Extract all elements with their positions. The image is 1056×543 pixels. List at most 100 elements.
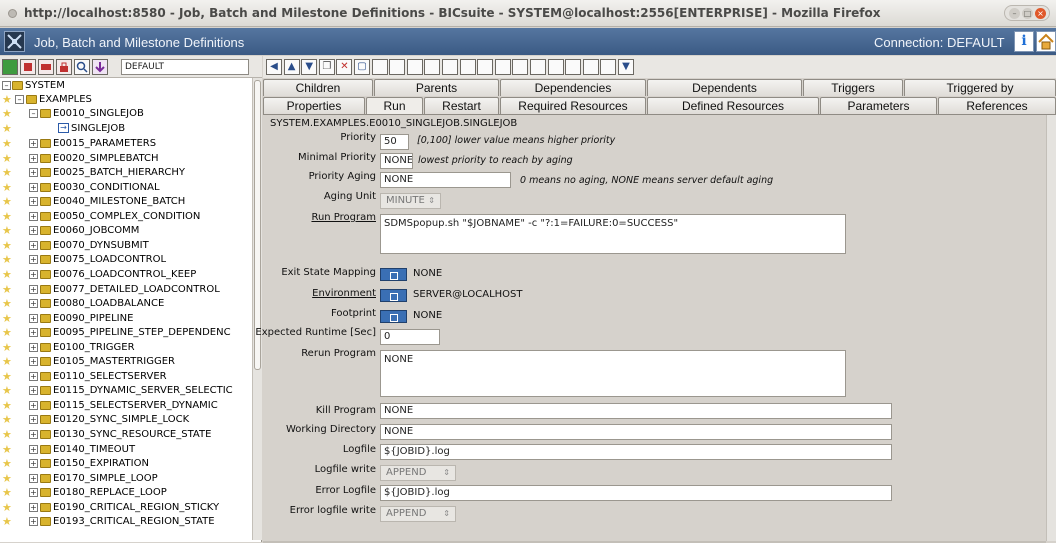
lock-icon[interactable] xyxy=(56,59,72,75)
expand-icon[interactable]: + xyxy=(29,168,38,178)
expand-icon[interactable]: + xyxy=(29,153,38,163)
tree-node[interactable]: ★ + E0095_PIPELINE_STEP_DEPENDENC xyxy=(0,325,252,340)
tab-row1-0[interactable]: Children xyxy=(263,79,373,96)
tab-row1-2[interactable]: Dependencies xyxy=(500,79,646,96)
tree-node[interactable]: ★ + E0050_COMPLEX_CONDITION xyxy=(0,209,252,224)
tree-node[interactable]: ★ + E0170_SIMPLE_LOOP xyxy=(0,471,252,486)
collapse-icon[interactable]: – xyxy=(2,81,11,90)
maximize-icon[interactable]: □ xyxy=(1022,8,1033,19)
filter-input[interactable]: DEFAULT xyxy=(121,59,249,75)
expand-icon[interactable]: + xyxy=(29,328,38,338)
search-icon[interactable] xyxy=(74,59,90,75)
tab-row2-3[interactable]: Required Resources xyxy=(500,97,646,114)
expand-icon[interactable] xyxy=(38,59,54,75)
tree-node[interactable]: ★ + E0077_DETAILED_LOADCONTROL xyxy=(0,282,252,297)
expand-icon[interactable]: + xyxy=(29,357,38,367)
minimize-icon[interactable]: – xyxy=(1009,8,1020,19)
tree-node[interactable]: ★ + E0115_SELECTSERVER_DYNAMIC xyxy=(0,398,252,413)
refresh-icon[interactable] xyxy=(2,59,18,75)
tree-node[interactable]: ★ + E0180_REPLACE_LOOP xyxy=(0,485,252,500)
expand-icon[interactable]: + xyxy=(29,211,38,221)
paste-icon[interactable] xyxy=(477,59,494,75)
down-icon[interactable]: ▼ xyxy=(301,59,318,75)
tree-node[interactable]: ★ + E0076_LOADCONTROL_KEEP xyxy=(0,267,252,282)
footprint-chooser-button[interactable] xyxy=(380,310,407,323)
back-icon[interactable]: ◀ xyxy=(266,59,282,75)
paste-icon[interactable] xyxy=(459,59,476,75)
expected-runtime-input[interactable]: 0 xyxy=(380,329,440,345)
working-directory-input[interactable]: NONE xyxy=(380,424,892,440)
tree-node[interactable]: ★ + E0120_SYNC_SIMPLE_LOCK xyxy=(0,412,252,427)
minimal-priority-input[interactable]: NONE xyxy=(380,153,413,169)
tree-node-system[interactable]: – SYSTEM xyxy=(0,78,252,93)
expand-icon[interactable]: + xyxy=(29,269,38,279)
error-logfile-write-select[interactable]: APPEND ⇕ xyxy=(380,506,456,522)
tree-node[interactable]: ★ + E0060_JOBCOMM xyxy=(0,223,252,238)
expand-icon[interactable]: + xyxy=(29,473,38,483)
tree-node-singlejob[interactable]: ★ → SINGLEJOB xyxy=(0,121,252,136)
tree-node[interactable]: ★ + E0140_TIMEOUT xyxy=(0,442,252,457)
up-icon[interactable]: ▲ xyxy=(283,59,300,75)
edit-icon[interactable] xyxy=(565,59,582,75)
flag-icon[interactable] xyxy=(547,59,564,75)
tab-row2-1[interactable]: Run xyxy=(366,97,423,114)
tree-node[interactable]: ★ + E0090_PIPELINE xyxy=(0,311,252,326)
expand-icon[interactable]: + xyxy=(29,386,38,396)
submit-icon[interactable] xyxy=(582,59,599,75)
expand-icon[interactable]: + xyxy=(29,313,38,323)
tree-node[interactable]: ★ + E0110_SELECTSERVER xyxy=(0,369,252,384)
tree-node[interactable]: ★ + E0030_CONDITIONAL xyxy=(0,180,252,195)
tree-node[interactable]: ★ + E0075_LOADCONTROL xyxy=(0,252,252,267)
expand-icon[interactable]: + xyxy=(29,284,38,294)
priority-aging-input[interactable]: NONE xyxy=(380,172,511,188)
tab-row2-6[interactable]: References xyxy=(938,97,1056,114)
tree-node[interactable]: ★ + E0115_DYNAMIC_SERVER_SELECTIC xyxy=(0,383,252,398)
new-item-icon[interactable] xyxy=(20,59,36,75)
save-icon[interactable]: ▼ xyxy=(618,59,634,75)
new-document-icon[interactable]: ▢ xyxy=(354,59,370,75)
exit-state-chooser-button[interactable] xyxy=(380,268,407,281)
tree-node-examples[interactable]: ★ – EXAMPLES xyxy=(0,92,252,107)
expand-icon[interactable]: + xyxy=(29,371,38,381)
expand-icon[interactable]: + xyxy=(29,342,38,352)
expand-icon[interactable]: + xyxy=(29,502,38,512)
expand-icon[interactable]: + xyxy=(29,182,38,192)
run-icon[interactable] xyxy=(530,59,546,75)
expand-icon[interactable]: + xyxy=(29,415,38,425)
tree-node-e0010[interactable]: ★ – E0010_SINGLEJOB xyxy=(0,106,252,121)
expand-icon[interactable]: + xyxy=(29,459,38,469)
logfile-write-select[interactable]: APPEND ⇕ xyxy=(380,465,456,481)
expand-icon[interactable]: + xyxy=(29,226,38,236)
home-icon[interactable] xyxy=(1036,31,1056,52)
tree-node[interactable]: ★ + E0025_BATCH_HIERARCHY xyxy=(0,165,252,180)
expand-icon[interactable]: + xyxy=(29,430,38,439)
tree-node[interactable]: ★ + E0015_PARAMETERS xyxy=(0,136,252,151)
download-icon[interactable] xyxy=(92,59,108,75)
aging-unit-select[interactable]: MINUTE ⇕ xyxy=(380,193,441,209)
tab-row2-5[interactable]: Parameters xyxy=(820,97,937,114)
export-icon[interactable] xyxy=(512,59,529,75)
tab-row1-3[interactable]: Dependents xyxy=(647,79,802,96)
tab-row1-4[interactable]: Triggers xyxy=(803,79,903,96)
delete-icon[interactable]: ✕ xyxy=(336,59,353,75)
run-program-label[interactable]: Run Program xyxy=(311,212,376,223)
expand-icon[interactable]: + xyxy=(29,240,38,250)
tab-row1-1[interactable]: Parents xyxy=(374,79,499,96)
collapse-icon[interactable]: – xyxy=(15,95,24,104)
info-icon[interactable]: i xyxy=(1014,31,1034,52)
expand-icon[interactable]: + xyxy=(29,444,38,454)
tree-node[interactable]: ★ + E0040_MILESTONE_BATCH xyxy=(0,194,252,209)
expand-icon[interactable]: + xyxy=(29,400,38,410)
grid-icon[interactable] xyxy=(424,59,441,75)
grid-icon[interactable] xyxy=(389,59,406,75)
expand-icon[interactable]: + xyxy=(29,488,38,498)
grid-icon[interactable] xyxy=(406,59,423,75)
kill-program-input[interactable]: NONE xyxy=(380,403,892,419)
tab-row1-5[interactable]: Triggered by xyxy=(904,79,1056,96)
tab-row2-0[interactable]: Properties xyxy=(263,97,365,114)
collapse-icon[interactable]: – xyxy=(29,109,38,118)
expand-icon[interactable]: + xyxy=(29,255,38,265)
tree-icon[interactable] xyxy=(494,59,511,75)
detail-scrollbar[interactable] xyxy=(1046,115,1056,541)
environment-chooser-button[interactable] xyxy=(380,289,407,302)
